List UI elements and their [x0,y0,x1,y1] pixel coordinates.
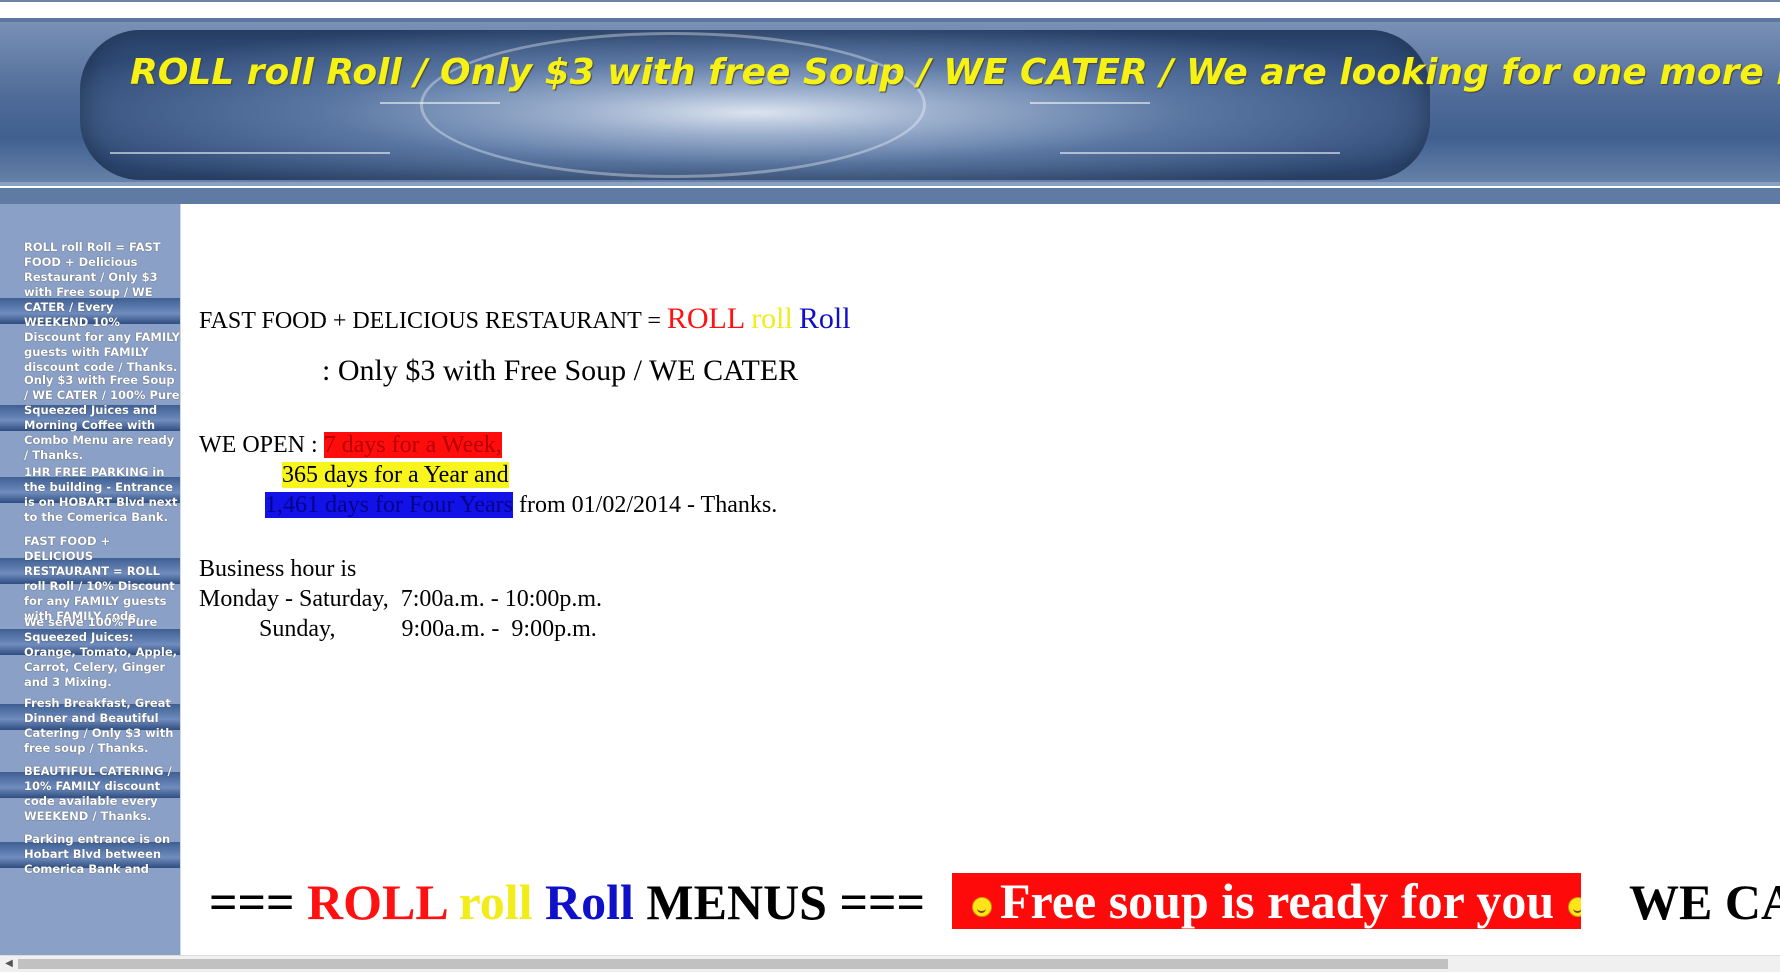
smiley-face-icon [1568,896,1581,917]
main-content: FAST FOOD + DELICIOUS RESTAURANT = ROLL … [199,204,1780,955]
hours-title: Business hour is [199,556,357,582]
menus-roll-yellow: roll [458,874,533,930]
we-cater-banner: WE CA [1629,874,1780,930]
horizontal-scrollbar[interactable]: ◀ [0,955,1780,972]
header-marquee-text: ROLL roll Roll / Only $3 with free Soup … [130,52,1780,93]
scroll-left-arrow-icon[interactable]: ◀ [2,956,16,972]
sidebar-item-label: 1HR FREE PARKING in the building - Entra… [24,465,178,524]
menus-left: === [209,874,307,930]
sidebar-item[interactable]: 1HR FREE PARKING in the building - Entra… [0,465,180,532]
sidebar-item-label: Only $3 with Free Soup / WE CATER / 100%… [24,373,180,462]
sidebar-item[interactable]: FAST FOOD + DELICIOUS RESTAURANT = ROLL … [0,534,180,623]
sidebar-item-label: Parking entrance is on Hobart Blvd betwe… [24,832,171,876]
hours-weekday: Monday - Saturday, 7:00a.m. - 10:00p.m. [199,586,603,612]
smiley-face-icon [972,896,992,917]
business-hours: Business hour is Monday - Saturday, 7:00… [199,554,602,644]
header-graphic-line [380,102,500,104]
open-tail: from 01/02/2014 - Thanks. [513,492,778,518]
open-label: WE OPEN : [199,432,324,458]
sidebar-item-label: ROLL roll Roll = FAST FOOD + Delicious R… [24,240,180,374]
header-bottom-band [0,182,1780,204]
header-graphic-line [1060,152,1340,154]
sidebar-item-label: Fresh Breakfast, Great Dinner and Beauti… [24,696,174,755]
free-soup-text: Free soup is ready for you [1000,873,1555,929]
sidebar-item-label: FAST FOOD + DELICIOUS RESTAURANT = ROLL … [24,534,175,623]
menus-roll-blue: Roll [545,874,634,930]
hours-sunday: Sunday, 9:00a.m. - 9:00p.m. [259,616,597,642]
sidebar-item[interactable]: We serve 100% Pure Squeezed Juices: Oran… [0,615,180,696]
sidebar-item[interactable]: ROLL roll Roll = FAST FOOD + Delicious R… [0,240,180,374]
open-days-week: 7 days for a Week, [323,432,502,458]
header-banner: ROLL roll Roll / Only $3 with free Soup … [0,22,1780,188]
top-border-strip [0,0,1780,22]
menus-roll-red: ROLL [306,874,446,930]
brand-roll-yellow: roll [751,302,793,335]
open-days-four-years: 1,461 days for Four Years [265,492,513,518]
header-graphic-line [110,152,390,154]
headline-prefix: FAST FOOD + DELICIOUS RESTAURANT = [199,308,667,334]
sidebar: ROLL roll Roll = FAST FOOD + Delicious R… [0,204,181,955]
opening-days: WE OPEN : 7 days for a Week, 365 days fo… [199,430,777,520]
brand-roll-blue: Roll [798,302,851,335]
open-days-year: 365 days for a Year and [282,462,509,488]
header-graphic-line [1030,102,1150,104]
sidebar-item[interactable]: Fresh Breakfast, Great Dinner and Beauti… [0,696,180,764]
menus-banner: === ROLL roll Roll MENUS === [209,873,925,931]
sidebar-item-label: We serve 100% Pure Squeezed Juices: Oran… [24,615,178,689]
sidebar-item[interactable]: Parking entrance is on Hobart Blvd betwe… [0,832,180,892]
sidebar-item[interactable]: BEAUTIFUL CATERING / 10% FAMILY discount… [0,764,180,832]
sidebar-item-label: BEAUTIFUL CATERING / 10% FAMILY discount… [24,764,172,823]
sidebar-item[interactable]: Only $3 with Free Soup / WE CATER / 100%… [0,373,180,465]
scrollbar-thumb[interactable] [18,959,1448,969]
brand-roll-red: ROLL [666,302,746,335]
menus-right: MENUS === [633,874,925,930]
free-soup-banner: Free soup is ready for you [952,873,1581,929]
subheadline: : Only $3 with Free Soup / WE CATER [322,354,799,387]
headline: FAST FOOD + DELICIOUS RESTAURANT = ROLL … [199,302,851,336]
